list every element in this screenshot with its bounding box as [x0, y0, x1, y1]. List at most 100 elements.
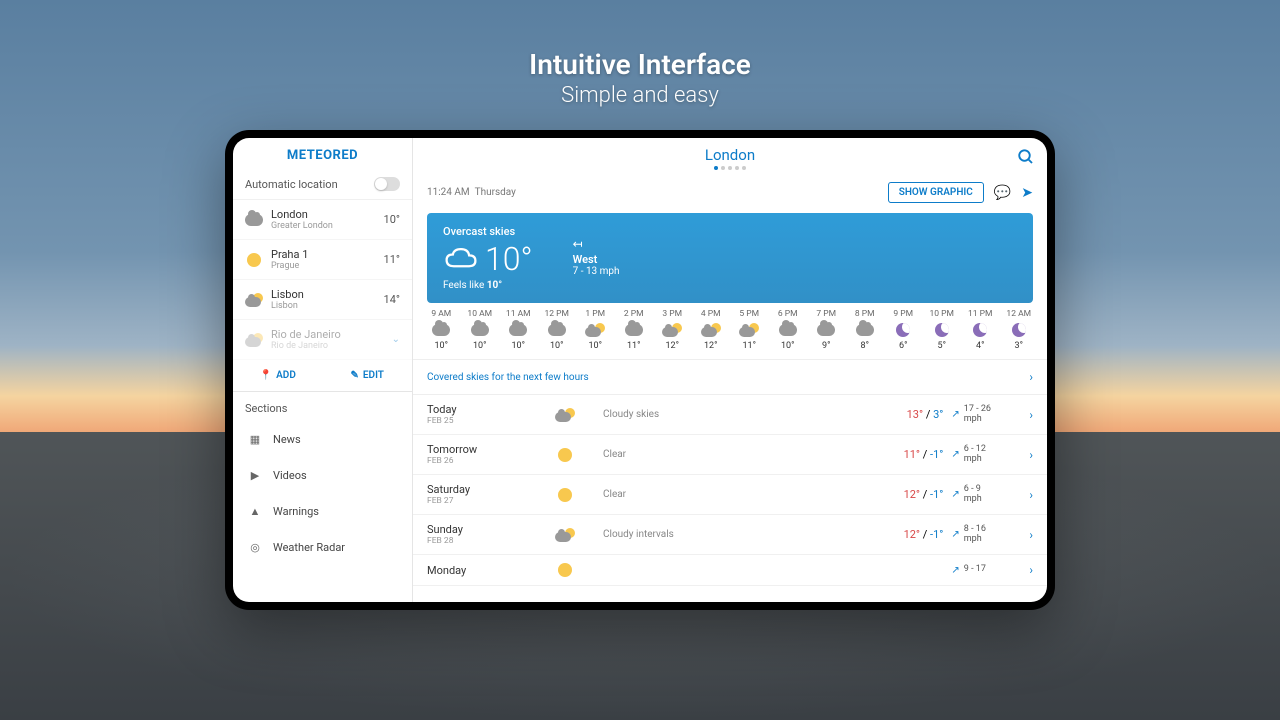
forecast-note-row[interactable]: Covered skies for the next few hours ›: [413, 360, 1047, 395]
hour-time: 3 PM: [654, 309, 691, 319]
location-actions: 📍 ADD ✎ EDIT: [233, 360, 412, 392]
hour-slot[interactable]: 8 PM 8°: [847, 309, 884, 351]
hour-slot[interactable]: 12 PM 10°: [539, 309, 576, 351]
section-warning[interactable]: ▲ Warnings: [233, 493, 412, 529]
location-name: Rio de Janeiro: [271, 328, 384, 341]
location-item[interactable]: LisbonLisbon 14°: [233, 280, 412, 320]
hour-slot[interactable]: 5 PM 11°: [731, 309, 768, 351]
search-icon[interactable]: [1017, 148, 1035, 170]
day-condition: Cloudy skies: [603, 409, 865, 420]
hour-time: 2 PM: [616, 309, 653, 319]
wind-speed: 7 - 13 mph: [573, 266, 620, 277]
sections-header: Sections: [233, 392, 412, 421]
wind-arrow-icon: ↗: [951, 529, 959, 540]
brand-text: METEORED: [287, 148, 358, 163]
day-name: Monday: [427, 564, 527, 577]
day-row[interactable]: TomorrowFEB 26 Clear 11° / -1° ↗6 - 12mp…: [413, 435, 1047, 475]
wind-arrow-icon: ↗: [951, 489, 959, 500]
cloud-icon: [539, 321, 576, 339]
hour-slot[interactable]: 1 PM 10°: [577, 309, 614, 351]
chevron-down-icon[interactable]: ⌄: [392, 334, 400, 345]
edit-icon: ✎: [351, 370, 359, 381]
hour-slot[interactable]: 12 AM 3°: [1001, 309, 1038, 351]
day-name: Sunday: [427, 523, 527, 536]
current-temp: 10°: [485, 240, 533, 278]
day-row[interactable]: SundayFEB 28 Cloudy intervals 12° / -1° …: [413, 515, 1047, 555]
hour-slot[interactable]: 10 PM 5°: [924, 309, 961, 351]
headline-title: Intuitive Interface: [0, 48, 1280, 81]
video-icon: ▶: [247, 467, 263, 483]
day-wind: ↗8 - 16mph: [951, 525, 1021, 545]
add-button[interactable]: 📍 ADD: [233, 360, 323, 391]
day-name: Tomorrow: [427, 443, 527, 456]
day-wind: ↗17 - 26mph: [951, 405, 1021, 425]
sun-icon: [535, 448, 595, 462]
wind-icon: ↤: [573, 237, 620, 251]
show-graphic-button[interactable]: SHOW GRAPHIC: [888, 182, 984, 203]
current-weather-card[interactable]: Overcast skies 10° Feels like 10° ↤ West…: [427, 213, 1033, 303]
pin-icon: 📍: [260, 370, 272, 381]
auto-location-toggle[interactable]: [374, 177, 400, 191]
sun-icon: [535, 488, 595, 502]
city-title[interactable]: London: [705, 146, 755, 164]
brand-logo[interactable]: METEORED: [233, 138, 412, 169]
sun-icon: [245, 251, 263, 269]
cloud-sun-icon: [693, 321, 730, 339]
section-video[interactable]: ▶ Videos: [233, 457, 412, 493]
hour-time: 12 PM: [539, 309, 576, 319]
auto-location-row: Automatic location: [233, 169, 412, 200]
hourly-forecast[interactable]: 9 AM 10° 10 AM 10° 11 AM 10° 12 PM 10° 1…: [413, 303, 1047, 360]
chevron-right-icon: ›: [1029, 408, 1033, 422]
hour-temp: 10°: [539, 341, 576, 351]
hour-time: 9 AM: [423, 309, 460, 319]
chevron-right-icon: ›: [1029, 448, 1033, 462]
cloud-icon: [245, 211, 263, 229]
warning-icon: ▲: [247, 503, 263, 519]
cloud-sun-icon: [535, 408, 595, 422]
hour-slot[interactable]: 9 AM 10°: [423, 309, 460, 351]
hour-slot[interactable]: 3 PM 12°: [654, 309, 691, 351]
share-icon[interactable]: ➤: [1021, 185, 1033, 201]
cloud-sun-icon: [535, 528, 595, 542]
location-item[interactable]: LondonGreater London 10°: [233, 200, 412, 240]
comment-icon[interactable]: 💬: [994, 185, 1011, 201]
hour-slot[interactable]: 11 PM 4°: [962, 309, 999, 351]
hour-time: 11 PM: [962, 309, 999, 319]
day-row[interactable]: TodayFEB 25 Cloudy skies 13° / 3° ↗17 - …: [413, 395, 1047, 435]
hour-temp: 4°: [962, 341, 999, 351]
hour-slot[interactable]: 10 AM 10°: [462, 309, 499, 351]
hour-temp: 10°: [577, 341, 614, 351]
cloud-icon: [770, 321, 807, 339]
location-item[interactable]: Rio de JaneiroRio de Janeiro ⌄: [233, 320, 412, 360]
hour-slot[interactable]: 6 PM 10°: [770, 309, 807, 351]
hour-time: 12 AM: [1001, 309, 1038, 319]
cloud-icon: [443, 245, 479, 273]
day-row[interactable]: SaturdayFEB 27 Clear 12° / -1° ↗6 - 9mph…: [413, 475, 1047, 515]
marketing-headline: Intuitive Interface Simple and easy: [0, 48, 1280, 108]
section-news[interactable]: ▦ News: [233, 421, 412, 457]
page-dots[interactable]: [705, 166, 755, 170]
section-label: Videos: [273, 469, 307, 482]
hour-slot[interactable]: 4 PM 12°: [693, 309, 730, 351]
location-temp: 14°: [384, 293, 400, 306]
cloud-icon: [808, 321, 845, 339]
day-date: FEB 27: [427, 496, 527, 506]
location-item[interactable]: Praha 1Prague 11°: [233, 240, 412, 280]
hour-slot[interactable]: 7 PM 9°: [808, 309, 845, 351]
hour-slot[interactable]: 2 PM 11°: [616, 309, 653, 351]
edit-button[interactable]: ✎ EDIT: [323, 360, 413, 391]
day-row[interactable]: Monday ↗9 - 17 ›: [413, 555, 1047, 586]
section-label: Weather Radar: [273, 541, 345, 554]
chevron-right-icon: ›: [1029, 563, 1033, 577]
section-radar[interactable]: ◎ Weather Radar: [233, 529, 412, 565]
day-temps: 12° / -1°: [873, 488, 943, 501]
tablet-frame: METEORED Automatic location LondonGreate…: [225, 130, 1055, 610]
hour-temp: 6°: [885, 341, 922, 351]
hour-slot[interactable]: 9 PM 6°: [885, 309, 922, 351]
cloud-icon: [847, 321, 884, 339]
hour-slot[interactable]: 11 AM 10°: [500, 309, 537, 351]
hour-temp: 10°: [770, 341, 807, 351]
hour-temp: 10°: [462, 341, 499, 351]
cloud-sun-icon: [654, 321, 691, 339]
feels-like: Feels like 10°: [443, 280, 533, 291]
